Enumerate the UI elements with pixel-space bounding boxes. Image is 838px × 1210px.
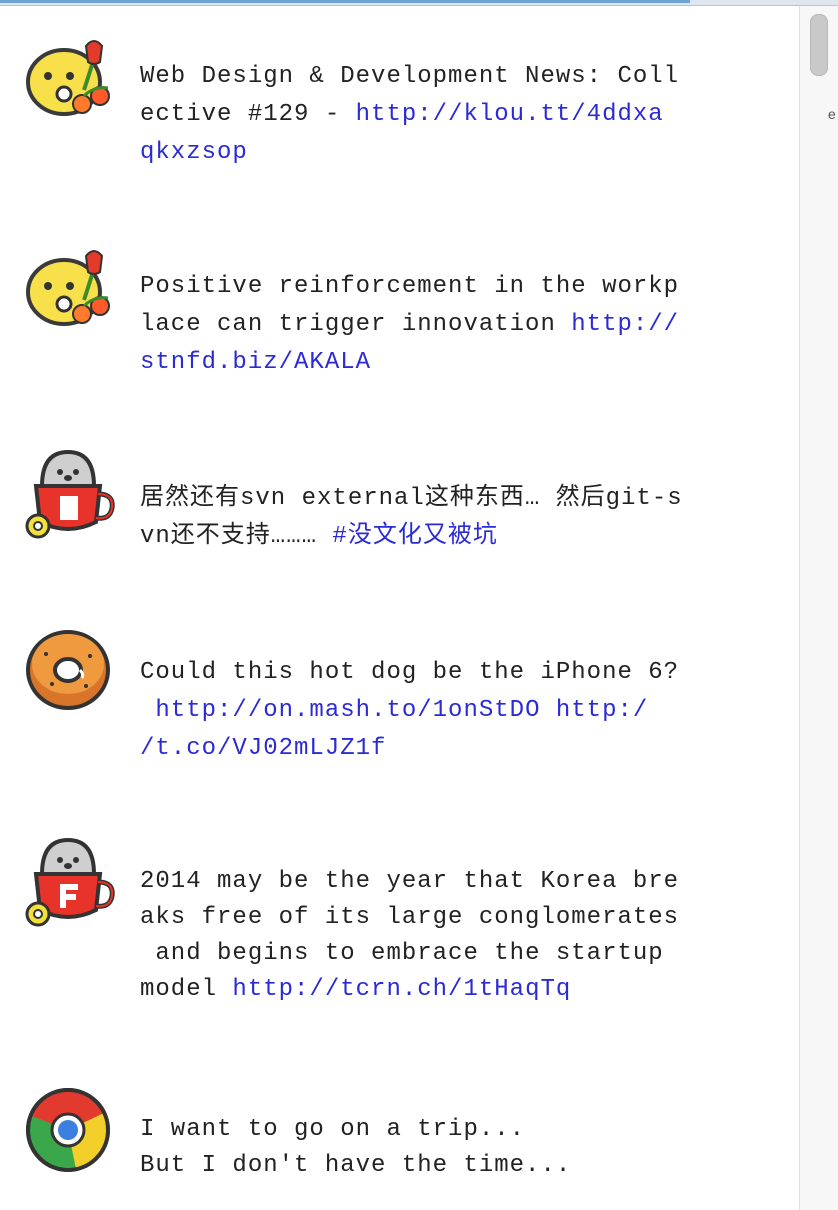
post-link[interactable]: #没文化又被坑	[332, 523, 497, 550]
seal-in-cup-icon[interactable]	[24, 834, 120, 930]
post-body: I want to go on a trip... But I don't ha…	[140, 1116, 572, 1179]
post-text: Could this hot dog be the iPhone 6? http…	[140, 654, 700, 768]
donut-icon[interactable]	[24, 626, 120, 722]
chrome-icon[interactable]	[24, 1086, 120, 1182]
window-edge-glyph: e	[827, 108, 836, 124]
post-text: 2014 may be the year that Korea bre aks …	[140, 864, 700, 1008]
tulip-chick-icon[interactable]	[24, 36, 120, 132]
vertical-scrollbar[interactable]	[799, 6, 838, 1210]
scrollbar-thumb[interactable]	[810, 14, 828, 76]
window-top-accent	[0, 0, 690, 3]
post-link[interactable]: http://tcrn.ch/1tHaqTq	[232, 976, 571, 1003]
post-text: 居然还有svn external这种东西… 然后git-s vn还不支持……… …	[140, 480, 700, 556]
post-text: I want to go on a trip... But I don't ha…	[140, 1112, 700, 1184]
post-link[interactable]: http://on.mash.to/1onStDO http:/ /t.co/V…	[140, 697, 648, 762]
post-text: Positive reinforcement in the workp lace…	[140, 268, 700, 382]
post-text: Web Design & Development News: Coll ecti…	[140, 58, 700, 172]
seal-in-cup-icon[interactable]	[24, 446, 120, 542]
timeline-feed[interactable]: Web Design & Development News: Coll ecti…	[0, 6, 800, 1210]
tulip-chick-icon[interactable]	[24, 246, 120, 342]
